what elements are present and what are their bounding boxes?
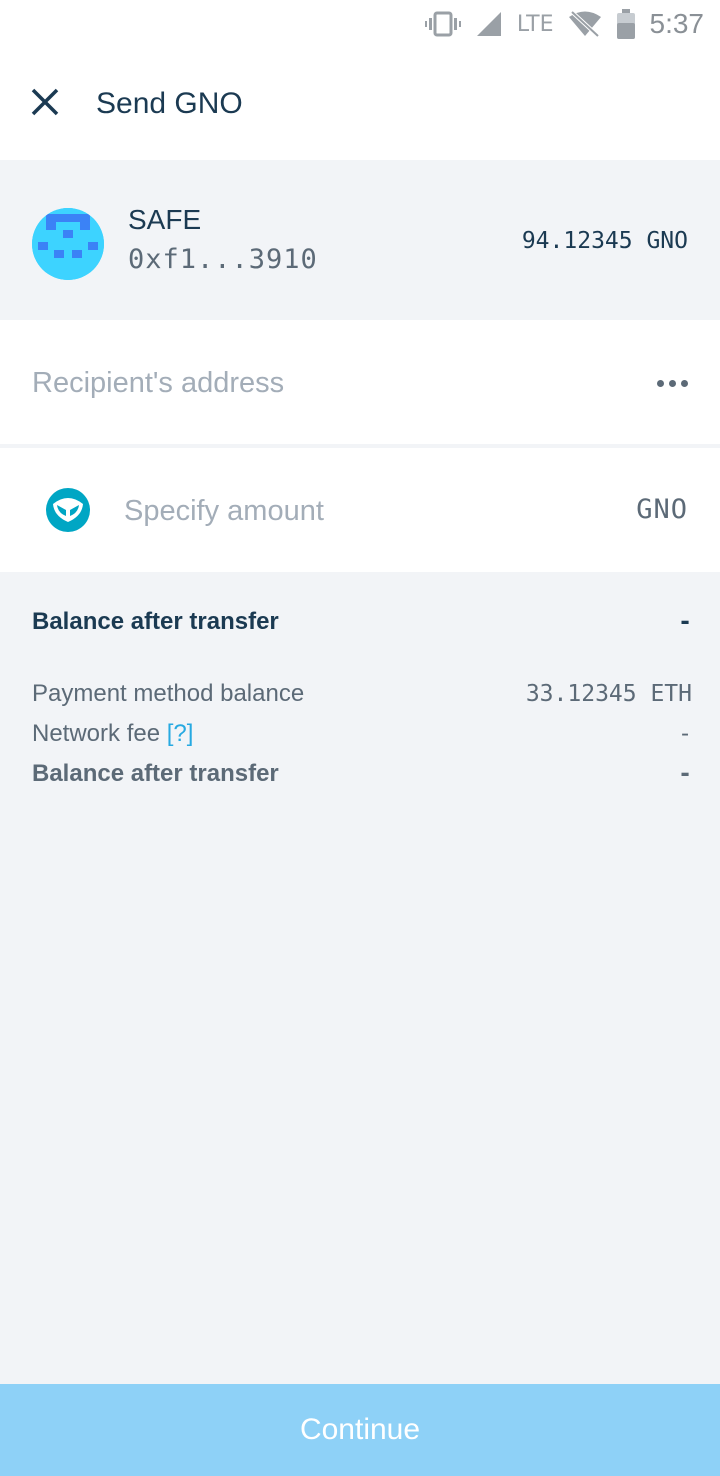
wifi-off-icon xyxy=(568,10,602,38)
account-name: SAFE xyxy=(128,204,202,235)
gnosis-owl-icon xyxy=(46,488,90,532)
account-address: 0xf1...3910 xyxy=(128,244,318,275)
balance-after-value: - xyxy=(678,609,692,635)
status-time: 5:37 xyxy=(649,8,705,39)
payment-balance-row: Payment method balance 33.12345 ETH xyxy=(32,674,692,714)
network-fee-value: - xyxy=(678,721,692,747)
amount-input[interactable] xyxy=(124,488,544,534)
more-horizontal-icon xyxy=(656,379,664,387)
close-icon xyxy=(29,86,61,123)
continue-button[interactable]: Continue xyxy=(0,1384,720,1476)
balance-after-final-value: - xyxy=(678,761,692,787)
payment-balance-value: 33.12345 ETH xyxy=(525,681,692,707)
toolbar: Send GNO xyxy=(0,48,720,160)
balance-after-row: Balance after transfer - xyxy=(32,602,692,642)
network-fee-help-link[interactable]: [?] xyxy=(167,720,194,747)
more-horizontal-icon-dot xyxy=(668,379,676,387)
payment-balance-label: Payment method balance xyxy=(32,680,305,707)
balance-after-final-row: Balance after transfer - xyxy=(32,754,692,794)
account-card: SAFE 0xf1...3910 94.12345 GNO xyxy=(0,160,720,320)
more-options-button[interactable] xyxy=(648,360,696,406)
network-fee-label-group: Network fee [?] xyxy=(32,720,193,748)
more-horizontal-icon-dot xyxy=(680,379,688,387)
status-bar: LTE 5:37 xyxy=(0,0,720,48)
token-symbol: GNO xyxy=(636,494,688,525)
battery-icon xyxy=(616,9,636,39)
network-type: LTE xyxy=(516,11,554,37)
account-balance: 94.12345 GNO xyxy=(521,228,688,254)
recipient-section xyxy=(0,320,720,444)
signal-icon xyxy=(475,10,503,38)
balance-after-final-label: Balance after transfer xyxy=(32,760,279,787)
recipient-address-input[interactable] xyxy=(32,360,592,406)
close-button[interactable] xyxy=(0,48,90,160)
avatar xyxy=(32,208,104,280)
amount-section: GNO xyxy=(0,448,720,572)
page-title: Send GNO xyxy=(96,87,243,120)
vibrate-icon xyxy=(424,10,461,38)
network-fee-row: Network fee [?] - xyxy=(32,714,692,754)
balance-after-label: Balance after transfer xyxy=(32,608,279,635)
network-fee-label: Network fee xyxy=(32,720,161,747)
